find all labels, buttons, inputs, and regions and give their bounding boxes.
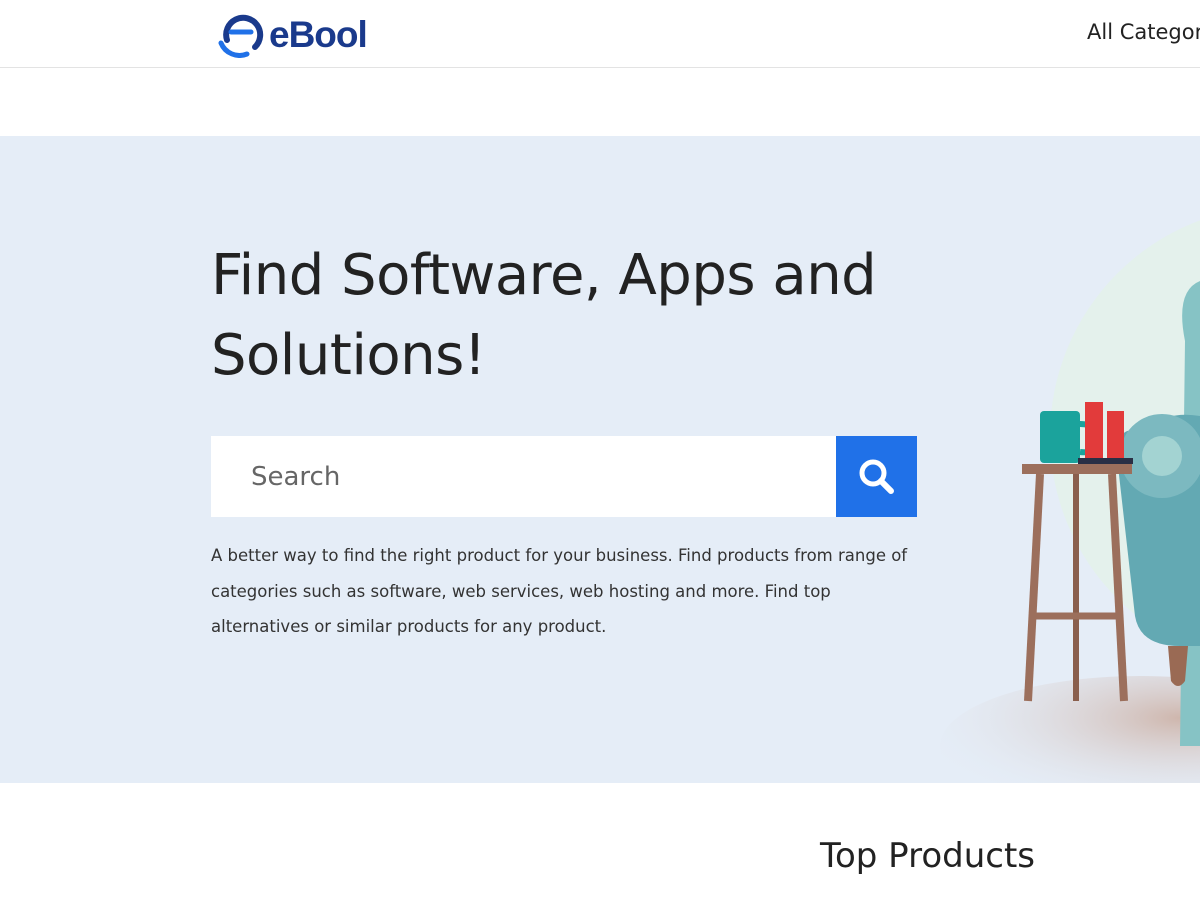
top-products-title: Top Products <box>820 836 1035 876</box>
hero-title: Find Software, Apps and Solutions! <box>211 243 877 388</box>
hero-description: A better way to find the right product f… <box>211 546 908 636</box>
logo-text: eBool <box>269 13 368 55</box>
hero-section: Find Software, Apps and Solutions! A bet… <box>0 136 1200 783</box>
search-input[interactable] <box>211 436 836 517</box>
search-button[interactable] <box>836 436 917 517</box>
ebool-logo-icon <box>218 14 264 58</box>
search-icon <box>859 459 894 494</box>
search-form <box>211 436 917 517</box>
site-logo[interactable]: eBool <box>217 10 368 58</box>
site-header: eBool All Categories <box>0 0 1200 68</box>
nav-all-categories[interactable]: All Categories <box>1087 20 1200 44</box>
hero-illustration <box>940 220 1200 783</box>
